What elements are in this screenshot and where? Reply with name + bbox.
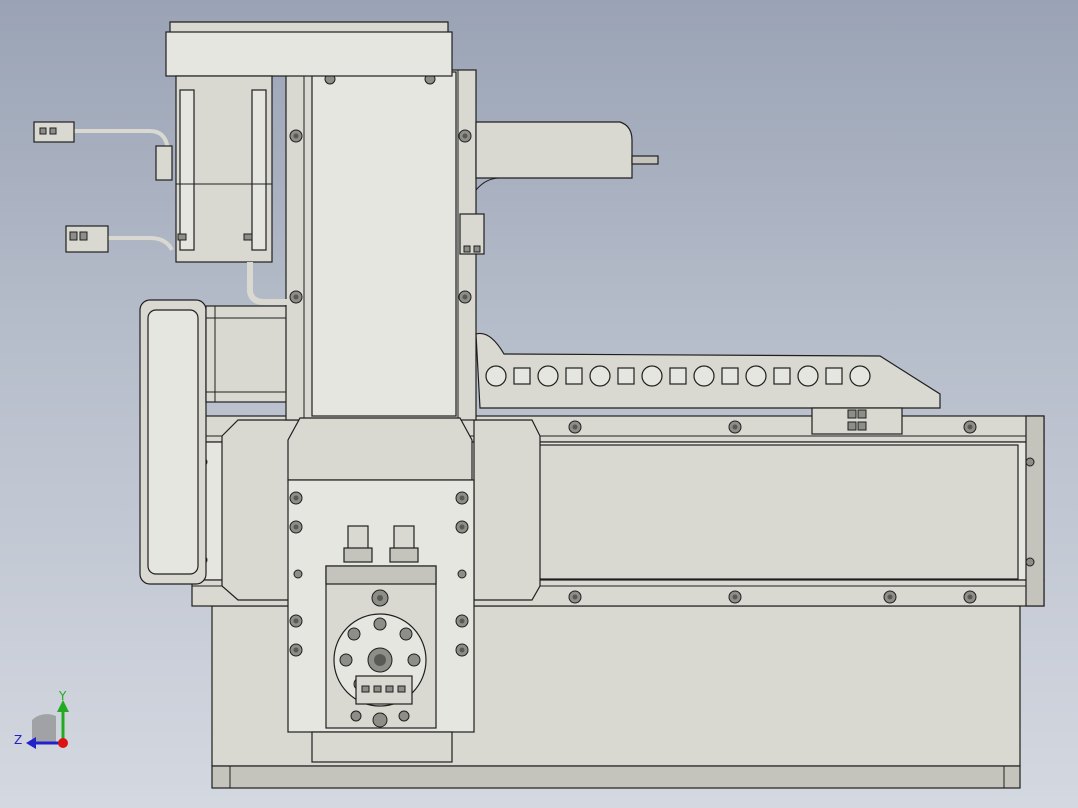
chain-link (745, 365, 767, 387)
y-axis-label: Y (58, 689, 67, 703)
cad-model-drawing: Y Z (14, 21, 1045, 789)
chain-link (825, 367, 843, 385)
motor-cable-lower (65, 225, 174, 253)
motor-cable-upper (33, 121, 173, 181)
column-connector (459, 213, 485, 255)
chain-link (537, 365, 559, 387)
chain-link (565, 367, 583, 385)
cad-viewport[interactable]: Y Z (0, 0, 1078, 808)
chain-link (669, 367, 687, 385)
chain-link (797, 365, 819, 387)
vertical-column (285, 69, 477, 421)
chain-link (485, 365, 507, 387)
x-axis-origin (58, 738, 68, 748)
z-axis-label: Z (14, 733, 22, 747)
chain-link (693, 365, 715, 387)
chain-links (485, 365, 871, 387)
chain-link (773, 367, 791, 385)
motor-hose (247, 262, 288, 305)
orientation-triad: Y Z (14, 689, 69, 749)
chain-link (721, 367, 739, 385)
side-arm (475, 121, 659, 191)
chain-link (589, 365, 611, 387)
chain-link (617, 367, 635, 385)
chain-link (513, 367, 531, 385)
z-axis-arrowhead (26, 737, 36, 749)
chain-link (641, 365, 663, 387)
chain-link (849, 365, 871, 387)
